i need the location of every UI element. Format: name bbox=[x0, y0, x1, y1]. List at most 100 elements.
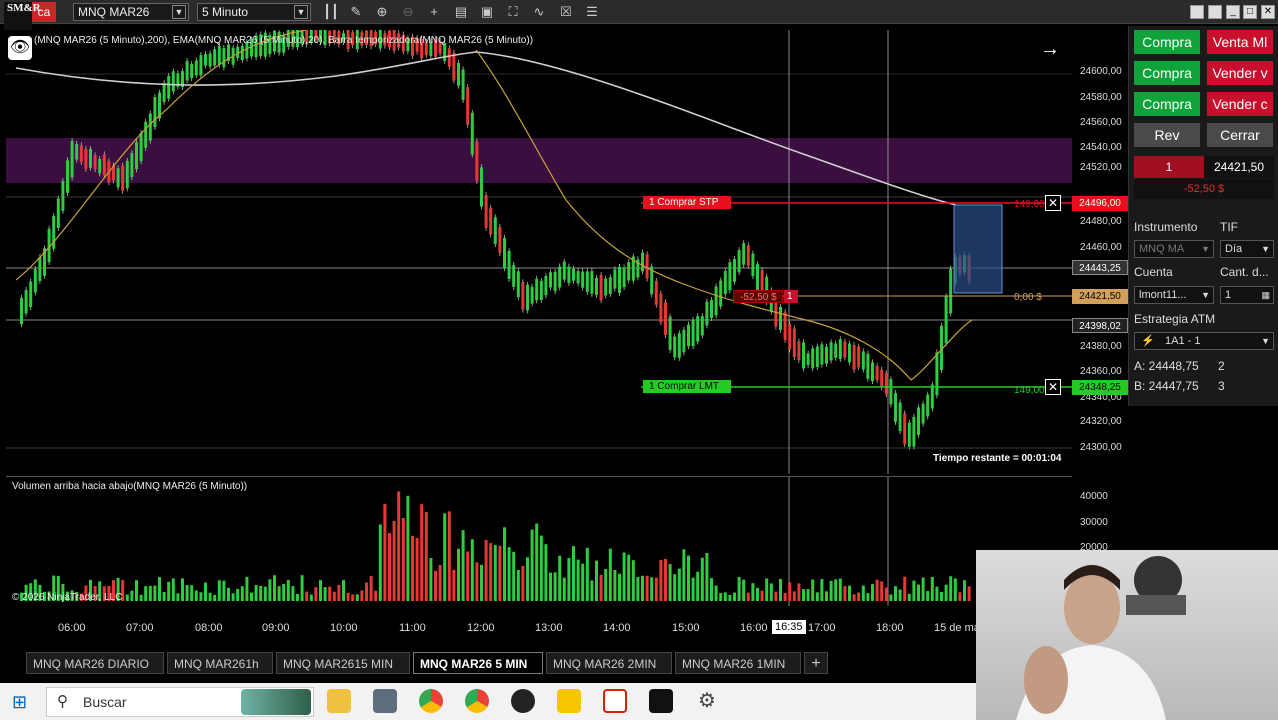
price-chart[interactable] bbox=[6, 30, 1072, 474]
ninjatrader-icon[interactable] bbox=[603, 689, 627, 713]
time-tick: 12:00 bbox=[467, 622, 495, 634]
candle-body bbox=[783, 312, 787, 340]
volume-bar bbox=[512, 551, 516, 601]
volume-bar bbox=[153, 585, 157, 601]
file-explorer-icon[interactable] bbox=[327, 689, 351, 713]
volume-bar bbox=[742, 579, 746, 601]
buy-bid-button[interactable]: Compra bbox=[1134, 61, 1200, 85]
trading-app: { "toolbar": { "logo": "SM&R", "logo_red… bbox=[0, 0, 1278, 720]
chart-trader-icon[interactable]: ☰ bbox=[584, 4, 600, 20]
settings-icon[interactable]: ⚙ bbox=[695, 689, 719, 713]
obs-icon[interactable] bbox=[511, 689, 535, 713]
account-label: Cuenta bbox=[1134, 265, 1173, 279]
candle-body bbox=[608, 277, 612, 294]
cancel-stop-icon[interactable]: ✕ bbox=[1045, 195, 1061, 211]
time-axis[interactable]: 06:00 07:00 08:00 09:00 10:00 11:00 12:0… bbox=[6, 612, 1072, 642]
candle-body bbox=[125, 160, 129, 189]
volume-bar bbox=[779, 578, 782, 601]
sell-market-button[interactable]: Venta Ml bbox=[1207, 30, 1273, 54]
volume-panel[interactable] bbox=[6, 476, 1072, 606]
ask-price: A: 24448,75 bbox=[1134, 359, 1199, 373]
chrome-icon[interactable] bbox=[465, 689, 489, 713]
instrument-field[interactable]: MNQ MA ▼ bbox=[1134, 240, 1214, 258]
volume-bar bbox=[723, 592, 727, 601]
volume-bar bbox=[953, 578, 957, 601]
close-icon[interactable]: ✕ bbox=[1261, 5, 1275, 19]
windows-start-icon[interactable]: ⊞ bbox=[12, 692, 32, 712]
arrow-right-icon[interactable]: → bbox=[1040, 38, 1060, 61]
buy-stop-order-label[interactable]: 1 Comprar STP bbox=[643, 196, 731, 209]
price-tick: 24320,00 bbox=[1080, 416, 1122, 427]
sell-bid-button[interactable]: Vender v bbox=[1207, 61, 1273, 85]
candle-body bbox=[190, 63, 194, 79]
crosshair-icon[interactable]: + bbox=[426, 4, 442, 20]
time-tick: 08:00 bbox=[195, 622, 223, 634]
stepper-icon[interactable]: ▦ bbox=[1261, 287, 1270, 303]
tif-select[interactable]: Día ▼ bbox=[1220, 240, 1274, 258]
volume-bar bbox=[880, 581, 884, 601]
volume-bar bbox=[820, 579, 824, 601]
close-position-button[interactable]: Cerrar bbox=[1207, 123, 1273, 147]
zoom-in-icon[interactable]: ⊕ bbox=[374, 4, 390, 20]
chevron-down-icon: ▼ bbox=[172, 5, 186, 19]
candle-body bbox=[185, 61, 189, 81]
zoom-out-icon[interactable]: ⊖ bbox=[400, 4, 416, 20]
chrome-icon[interactable] bbox=[419, 689, 443, 713]
screenshot-icon[interactable]: ⛶ bbox=[505, 4, 521, 20]
tab-15min[interactable]: MNQ MAR2615 MIN bbox=[276, 652, 410, 674]
candle-body bbox=[746, 245, 750, 266]
volume-bar bbox=[944, 584, 948, 601]
instrument-selector[interactable]: MNQ MAR26 ▼ bbox=[73, 3, 189, 21]
volume-bar bbox=[254, 585, 258, 601]
position-qty-label[interactable]: 1 bbox=[784, 290, 798, 303]
exness-icon[interactable] bbox=[557, 689, 581, 713]
volume-bar bbox=[328, 586, 332, 601]
tab-5min[interactable]: MNQ MAR26 5 MIN bbox=[413, 652, 543, 674]
atm-strategy-select[interactable]: ⚡ 1A1 - 1 ▼ bbox=[1134, 332, 1274, 350]
candle-body bbox=[884, 373, 888, 395]
quantity-stepper[interactable]: 1 ▦ bbox=[1220, 286, 1274, 304]
price-axis[interactable]: 24600,00 24580,00 24560,00 24540,00 2452… bbox=[1072, 30, 1128, 474]
volume-bar bbox=[466, 551, 470, 601]
eye-icon[interactable]: 👁 bbox=[8, 36, 32, 60]
draw-pencil-icon[interactable]: ✎ bbox=[348, 4, 364, 20]
volume-bar bbox=[751, 583, 755, 601]
tab-1min[interactable]: MNQ MAR26 1MIN bbox=[675, 652, 801, 674]
volume-bar bbox=[434, 570, 437, 601]
candle-body bbox=[848, 343, 851, 363]
smr-icon[interactable] bbox=[649, 689, 673, 713]
sell-ask-button[interactable]: Vender c bbox=[1207, 92, 1273, 116]
candle-body bbox=[930, 384, 934, 409]
tab-daily[interactable]: MNQ MAR26 DIARIO bbox=[26, 652, 164, 674]
volume-chart-svg bbox=[20, 477, 971, 606]
bar-type-icon[interactable]: ┃┃ bbox=[323, 4, 339, 20]
volume-bar bbox=[365, 582, 368, 601]
calculator-icon[interactable] bbox=[373, 689, 397, 713]
volume-bar bbox=[282, 583, 286, 601]
window-icon[interactable] bbox=[1208, 5, 1222, 19]
maximize-icon[interactable]: □ bbox=[1243, 5, 1257, 19]
buy-limit-order-label[interactable]: 1 Comprar LMT bbox=[643, 380, 731, 393]
search-input[interactable]: ⚲ Buscar bbox=[46, 687, 314, 717]
interval-selector[interactable]: 5 Minuto ▼ bbox=[197, 3, 311, 21]
candle-body bbox=[912, 416, 916, 447]
buy-ask-button[interactable]: Compra bbox=[1134, 92, 1200, 116]
data-box-icon[interactable]: ▤ bbox=[453, 4, 469, 20]
strategies-icon[interactable]: ☒ bbox=[558, 4, 574, 20]
add-tab-icon[interactable]: + bbox=[804, 652, 828, 674]
volume-bar bbox=[227, 587, 230, 601]
minimize-icon[interactable]: _ bbox=[1226, 5, 1240, 19]
account-select[interactable]: lmont11... ▼ bbox=[1134, 286, 1214, 304]
templates-icon[interactable]: ▣ bbox=[479, 4, 495, 20]
tab-2min[interactable]: MNQ MAR26 2MIN bbox=[546, 652, 672, 674]
volume-bar bbox=[838, 578, 842, 601]
buy-market-button[interactable]: Compra bbox=[1134, 30, 1200, 54]
window-icon[interactable] bbox=[1190, 5, 1204, 19]
tab-1h[interactable]: MNQ MAR261h bbox=[167, 652, 273, 674]
indicators-icon[interactable]: ∿ bbox=[531, 4, 547, 20]
ask-size: 2 bbox=[1218, 359, 1225, 373]
volume-bar bbox=[493, 545, 497, 601]
reverse-button[interactable]: Rev bbox=[1134, 123, 1200, 147]
volume-bar bbox=[392, 520, 396, 601]
cancel-limit-icon[interactable]: ✕ bbox=[1045, 379, 1061, 395]
